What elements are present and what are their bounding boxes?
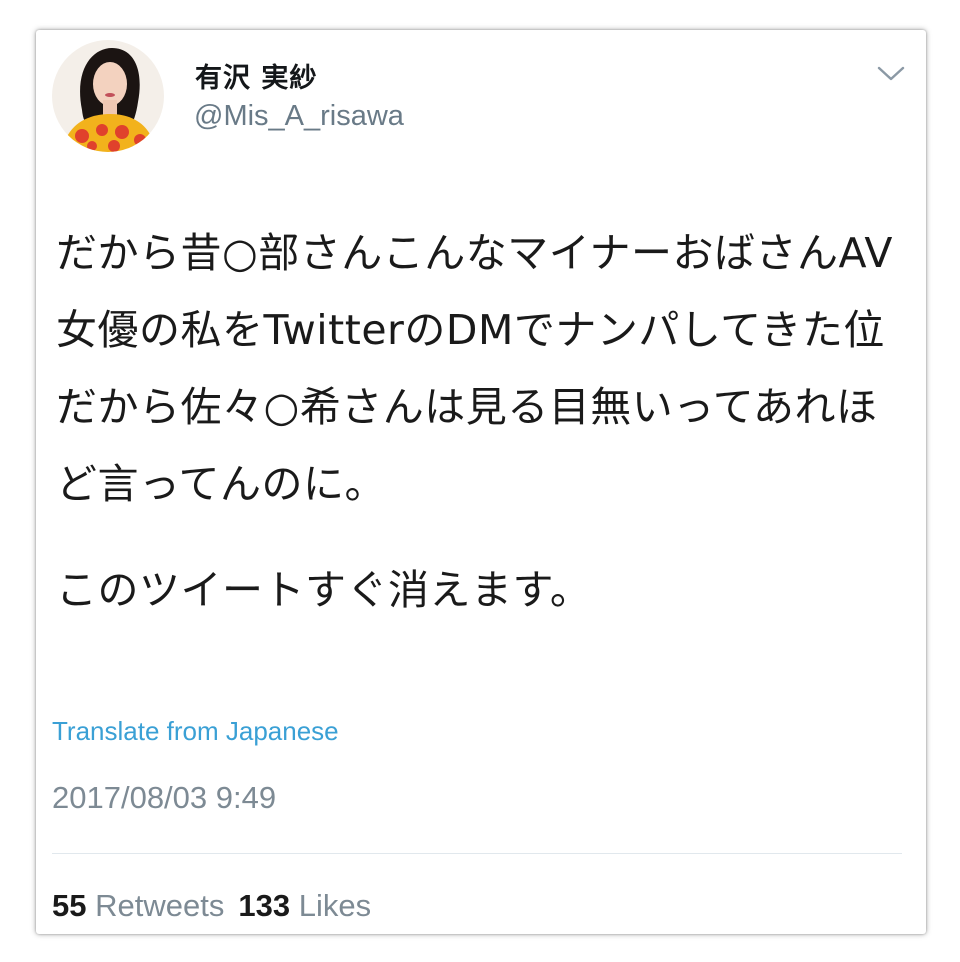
tweet-stats: 55 Retweets 133 Likes [52,888,371,924]
retweets-stat[interactable]: 55 Retweets [52,888,224,923]
tweet-text-paragraph: このツイートすぐ消えます。 [56,566,592,614]
tweet-text-paragraph: だから昔○部さんこんなマイナーおばさんAV女優の私をTwitterのDMでナンパ… [56,229,893,508]
tweet-card: 有沢 実紗 @Mis_A_risawa だから昔○部さんこんなマイナーおばさんA… [36,30,926,934]
retweets-label: Retweets [95,888,225,923]
chevron-down-icon[interactable] [876,64,906,84]
likes-label: Likes [298,888,372,923]
translate-link[interactable]: Translate from Japanese [52,716,339,747]
avatar-image [52,40,164,152]
author-display-name[interactable]: 有沢 実紗 [195,56,317,95]
likes-stat[interactable]: 133 Likes [238,888,371,923]
tweet-timestamp[interactable]: 2017/08/03 9:49 [52,780,276,816]
avatar[interactable] [52,40,164,152]
divider [52,853,902,854]
retweets-count: 55 [52,888,87,923]
likes-count: 133 [238,888,291,923]
author-handle[interactable]: @Mis_A_risawa [194,100,404,133]
tweet-text: だから昔○部さんこんなマイナーおばさんAV女優の私をTwitterのDMでナンパ… [56,215,911,629]
